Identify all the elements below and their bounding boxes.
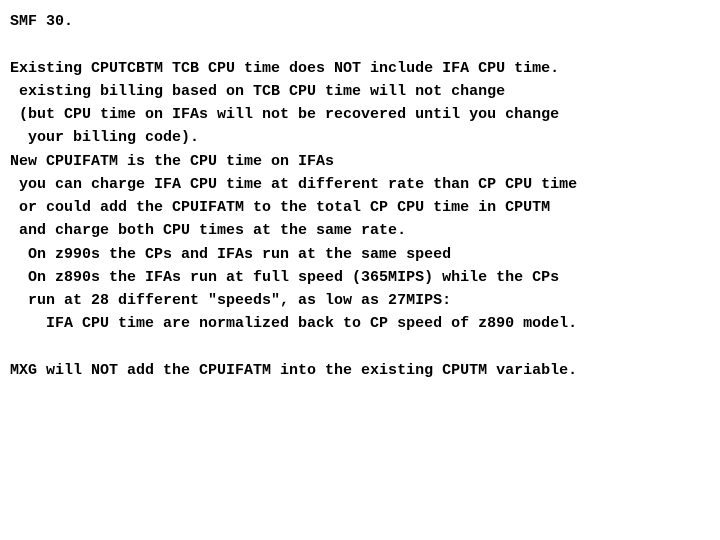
text-line: existing billing based on TCB CPU time w… xyxy=(10,80,710,103)
text-line: and charge both CPU times at the same ra… xyxy=(10,219,710,242)
text-line: SMF 30. xyxy=(10,10,710,33)
document-body: SMF 30. Existing CPUTCBTM TCB CPU time d… xyxy=(10,10,710,382)
text-line: your billing code). xyxy=(10,126,710,149)
text-line: On z890s the IFAs run at full speed (365… xyxy=(10,266,710,289)
blank-line xyxy=(10,336,710,359)
text-line: you can charge IFA CPU time at different… xyxy=(10,173,710,196)
text-line: or could add the CPUIFATM to the total C… xyxy=(10,196,710,219)
text-line: IFA CPU time are normalized back to CP s… xyxy=(10,312,710,335)
text-line: (but CPU time on IFAs will not be recove… xyxy=(10,103,710,126)
text-line: On z990s the CPs and IFAs run at the sam… xyxy=(10,243,710,266)
blank-line xyxy=(10,33,710,56)
text-line: Existing CPUTCBTM TCB CPU time does NOT … xyxy=(10,57,710,80)
text-line: New CPUIFATM is the CPU time on IFAs xyxy=(10,150,710,173)
text-line: run at 28 different "speeds", as low as … xyxy=(10,289,710,312)
text-line: MXG will NOT add the CPUIFATM into the e… xyxy=(10,359,710,382)
